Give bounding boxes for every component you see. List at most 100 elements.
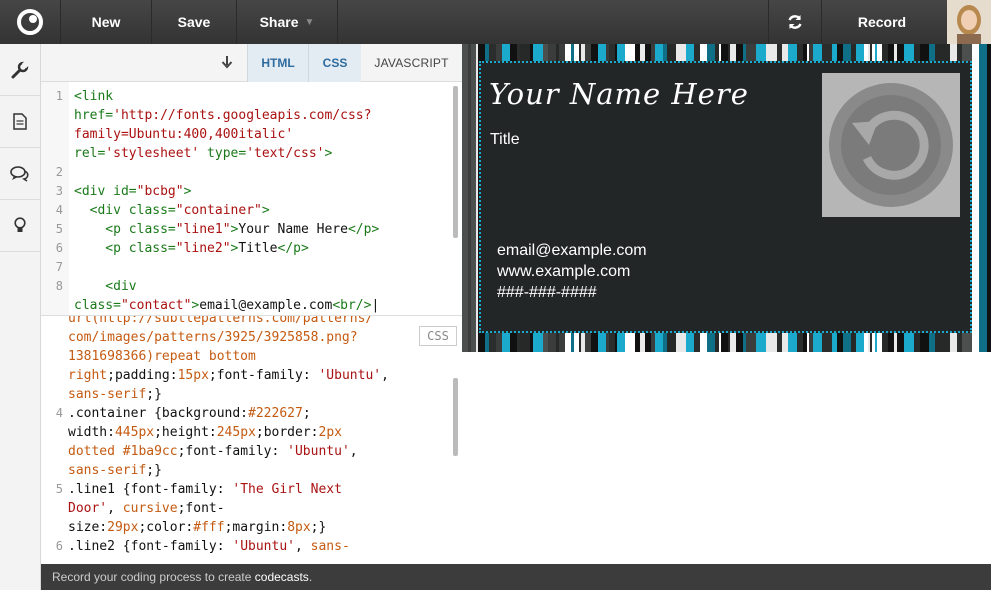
code-token: com/images/patterns/3925/3925858.png? — [68, 330, 358, 345]
code-token: <link — [74, 89, 114, 104]
code-line: sans-serif;} — [68, 461, 162, 480]
code-line: <div — [74, 277, 137, 296]
code-token: sans-serif — [68, 387, 147, 402]
footer-text: Record your coding process to create — [52, 570, 252, 584]
code-token: </p> — [347, 222, 380, 237]
pattern-stripe — [468, 44, 471, 352]
code-token: <div — [74, 279, 137, 294]
sidebar-item-settings[interactable] — [0, 44, 40, 96]
code-token: email@example.com — [199, 298, 333, 313]
code-line: .line2 {font-family: 'Ubuntu', sans- — [68, 537, 350, 556]
code-line: family=Ubuntu:400,400italic' — [74, 125, 293, 144]
code-token: 'Ubuntu' — [232, 539, 295, 554]
code-line: 1381698366)repeat bottom — [68, 347, 256, 366]
share-button-label: Share — [259, 14, 299, 30]
sidebar-item-tips[interactable] — [0, 200, 40, 252]
code-line: .line1 {font-family: 'The Girl Next — [68, 480, 342, 499]
card-phone: ###-###-#### — [497, 284, 597, 301]
save-button-label: Save — [177, 14, 211, 30]
tab-html[interactable]: HTML — [247, 44, 308, 82]
code-token: 1381698366) — [68, 349, 155, 364]
code-token: ;} — [310, 520, 327, 535]
tab-javascript-label: JAVASCRIPT — [374, 56, 449, 70]
code-token: 'text/css' — [246, 146, 325, 161]
pattern-stripe — [462, 44, 468, 352]
html-editor-scrollbar[interactable] — [453, 86, 458, 238]
code-token: ;height: — [154, 425, 217, 440]
codecasts-link[interactable]: codecasts — [255, 570, 309, 584]
code-token: url(http://subtlepatterns.com/patterns/ — [68, 316, 374, 326]
line-number: 6 — [55, 241, 63, 255]
html-code-editor[interactable]: 1 <link href='http://fonts.googleapis.com/… — [41, 82, 462, 316]
new-button[interactable]: New — [61, 0, 151, 44]
code-token: "line2" — [175, 241, 231, 256]
refresh-button[interactable] — [769, 0, 821, 44]
css-code-editor[interactable]: url(http://subtlepatterns.com/patterns/c… — [41, 316, 462, 564]
code-line: .container {background:#222627; — [68, 404, 311, 423]
avatar[interactable] — [947, 0, 991, 44]
share-button[interactable]: Share ▼ — [237, 0, 337, 44]
code-token: 8px — [287, 520, 311, 535]
code-line: size:29px;color:#fff;margin:8px;} — [68, 518, 326, 537]
code-line: <p class="line2">Title</p> — [74, 239, 309, 258]
code-line: rel='stylesheet' type='text/css'> — [74, 144, 332, 163]
chat-bubbles-icon — [10, 165, 29, 182]
code-token: ;padding: — [107, 368, 178, 383]
code-token: type= — [199, 146, 247, 161]
tab-css-label: CSS — [322, 56, 348, 70]
code-token: ;font-family: — [208, 368, 319, 383]
code-token: <p class= — [74, 241, 176, 256]
line-number: 4 — [55, 203, 63, 217]
code-token: cursive — [122, 501, 178, 516]
left-sidebar — [0, 44, 41, 590]
code-token: href= — [74, 108, 114, 123]
code-token: ;margin: — [224, 520, 288, 535]
app-logo-icon[interactable] — [0, 0, 60, 44]
sidebar-item-comments[interactable] — [0, 148, 40, 200]
code-line: href='http://fonts.googleapis.com/css? — [74, 106, 371, 125]
code-token: | — [371, 298, 380, 313]
code-token: > — [261, 203, 270, 218]
code-token: <div class= — [74, 203, 176, 218]
code-token: Door' — [68, 501, 108, 516]
code-token: right — [68, 368, 108, 383]
line-number: 6 — [55, 539, 63, 553]
code-token: sans-serif — [68, 463, 147, 478]
code-token: > — [183, 184, 192, 199]
pattern-stripe — [987, 44, 991, 352]
background-pattern: Your Name Here Title email@example.com w… — [462, 44, 991, 352]
wrench-icon — [11, 60, 29, 78]
code-line: sans-serif;} — [68, 385, 162, 404]
code-token: 15px — [177, 368, 209, 383]
code-token: , — [381, 368, 389, 383]
arrow-down-icon[interactable] — [221, 55, 233, 69]
tab-javascript[interactable]: JAVASCRIPT — [363, 44, 460, 82]
code-token: </p> — [277, 241, 309, 256]
css-editor-scrollbar[interactable] — [453, 378, 458, 456]
code-token: "container" — [175, 203, 262, 218]
code-line: com/images/patterns/3925/3925858.png? — [68, 328, 358, 347]
save-button[interactable]: Save — [152, 0, 236, 44]
code-token: ;} — [146, 387, 162, 402]
line-number: 7 — [55, 260, 63, 274]
line-number: 4 — [55, 406, 63, 420]
code-token: "contact" — [120, 298, 192, 313]
code-line: class="contact">email@example.com<br/>| — [74, 296, 379, 315]
sidebar-item-info[interactable] — [0, 96, 40, 148]
code-token: 'stylesheet' — [105, 146, 200, 161]
card-website: www.example.com — [497, 263, 631, 280]
record-button[interactable]: Record — [822, 0, 942, 44]
card-placeholder-image — [822, 73, 960, 217]
code-token: rel= — [74, 146, 106, 161]
line-number: 1 — [55, 89, 63, 103]
code-line: url(http://subtlepatterns.com/patterns/ — [68, 316, 373, 328]
tab-css[interactable]: CSS — [308, 44, 361, 82]
code-token: sans- — [310, 539, 350, 554]
code-token: 'The Girl Next — [232, 482, 342, 497]
code-token: size: — [68, 520, 108, 535]
new-button-label: New — [91, 14, 121, 30]
code-token: ;font- — [177, 501, 225, 516]
code-token: family=Ubuntu:400,400italic' — [74, 127, 294, 142]
code-token: ;color: — [138, 520, 194, 535]
lightbulb-icon — [14, 217, 26, 232]
